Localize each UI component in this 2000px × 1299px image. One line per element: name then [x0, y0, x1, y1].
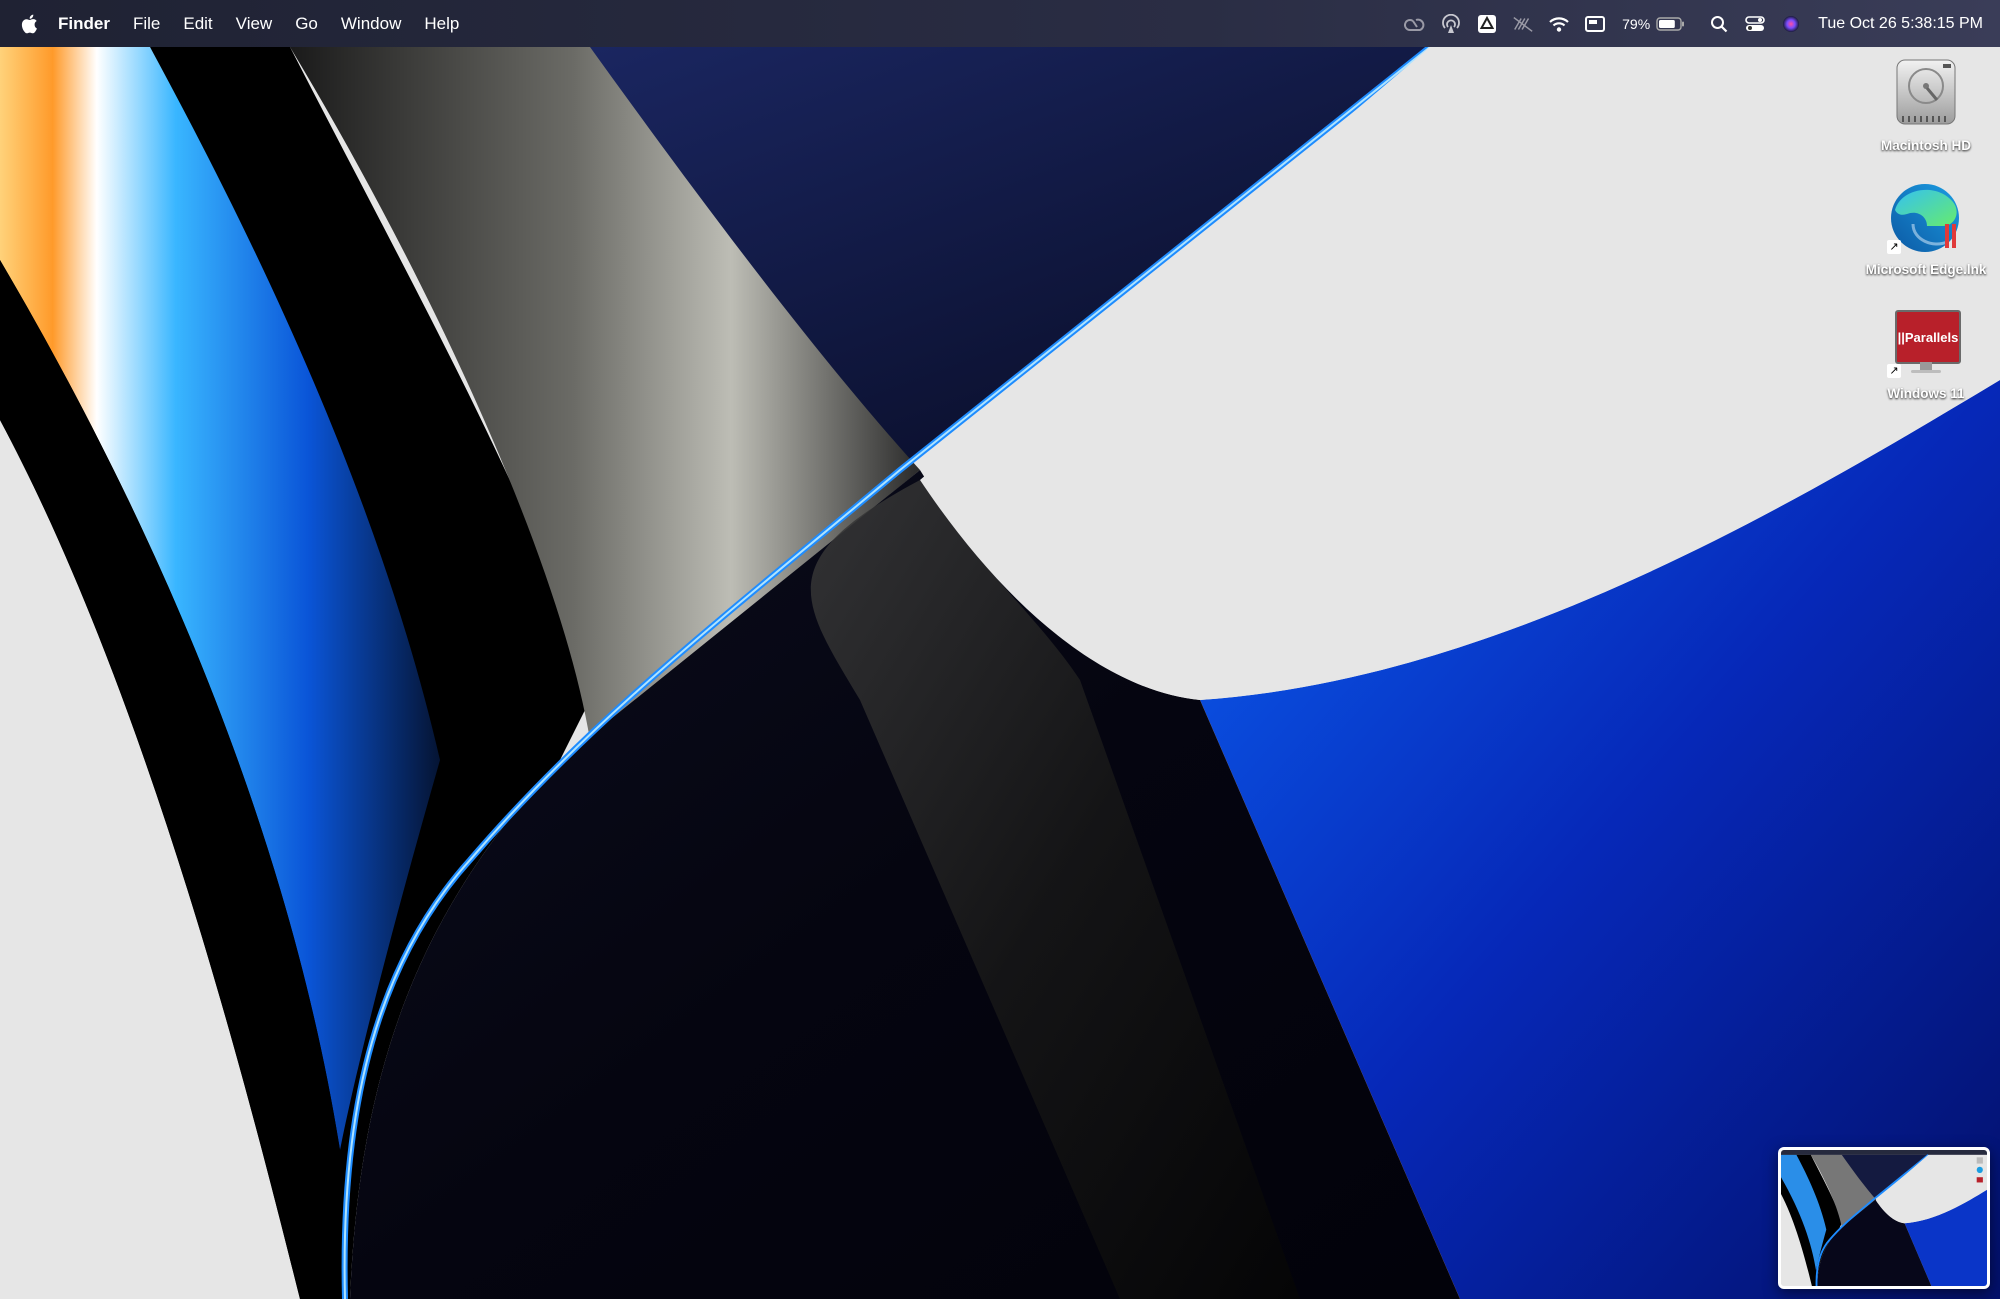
desktop-icon-macintosh-hd[interactable]: Macintosh HD [1856, 56, 1996, 153]
airdrop-icon[interactable] [1440, 13, 1462, 35]
google-drive-icon[interactable] [1476, 13, 1498, 35]
desktop-icon-label: Windows 11 [1887, 386, 1965, 401]
parallels-screen: ||Parallels [1895, 310, 1961, 364]
parallels-icon: ||Parallels ↗ [1887, 304, 1965, 382]
edge-icon: ↗ [1887, 180, 1965, 258]
menu-clock[interactable]: Tue Oct 26 5:38:15 PM [1818, 15, 1983, 33]
wifi-icon[interactable] [1548, 13, 1570, 35]
monitor-base [1911, 370, 1941, 373]
desktop-icon-microsoft-edge[interactable]: ↗ Microsoft Edge.lnk [1856, 180, 1996, 277]
alias-arrow-icon: ↗ [1887, 240, 1901, 254]
menu-view[interactable]: View [236, 14, 273, 34]
mute-icon[interactable] [1512, 13, 1534, 35]
battery-percent: 79% [1622, 15, 1651, 32]
thumbnail-preview [1781, 1150, 1987, 1286]
menu-edit[interactable]: Edit [183, 14, 212, 34]
desktop-icon-windows-11[interactable]: ||Parallels ↗ Windows 11 [1856, 304, 1996, 401]
menu-help[interactable]: Help [424, 14, 459, 34]
apple-logo-icon[interactable] [20, 14, 38, 34]
creative-cloud-icon[interactable] [1404, 13, 1426, 35]
menu-bar: Finder File Edit View Go Window Help 79%… [0, 0, 2000, 47]
menu-file[interactable]: File [133, 14, 160, 34]
screenshot-thumbnail[interactable] [1778, 1147, 1990, 1289]
menu-bar-left: Finder File Edit View Go Window Help [0, 0, 482, 47]
battery-icon[interactable] [1656, 13, 1686, 35]
menu-window[interactable]: Window [341, 14, 401, 34]
alias-arrow-icon: ↗ [1887, 364, 1901, 378]
control-center-icon[interactable] [1744, 13, 1766, 35]
battery-fill [1659, 19, 1675, 28]
desktop-wallpaper [0, 0, 2000, 1299]
desktop-icon-label: Microsoft Edge.lnk [1865, 262, 1987, 277]
display-icon[interactable] [1584, 13, 1606, 35]
spotlight-search-icon[interactable] [1708, 13, 1730, 35]
siri-icon[interactable] [1780, 13, 1802, 35]
menu-app-name[interactable]: Finder [58, 14, 110, 34]
menu-go[interactable]: Go [295, 14, 318, 34]
hard-drive-icon [1887, 56, 1965, 134]
monitor-stand [1920, 362, 1932, 370]
parallels-badge: ||Parallels [1897, 329, 1959, 345]
status-menus: 79% Tue Oct 26 5:38:15 PM [1390, 0, 1983, 47]
desktop-icon-label: Macintosh HD [1880, 138, 1971, 153]
